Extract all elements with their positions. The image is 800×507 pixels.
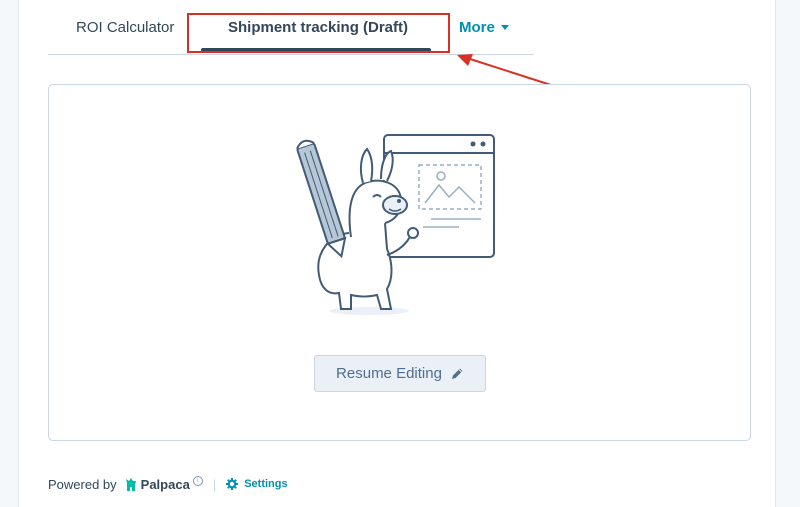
draft-card: Resume Editing <box>48 84 751 441</box>
tab-roi-calculator[interactable]: ROI Calculator <box>76 0 174 54</box>
llama-drawing-illustration <box>296 134 495 315</box>
palpaca-brand: Palpaca <box>140 476 190 492</box>
resume-editing-label: Resume Editing <box>336 365 442 382</box>
footer-divider: | <box>212 476 217 492</box>
settings-label: Settings <box>244 478 288 490</box>
info-icon[interactable]: i <box>192 476 203 486</box>
tab-more-dropdown[interactable]: More <box>459 0 509 54</box>
gear-icon <box>226 478 239 490</box>
palpaca-logo-icon <box>125 477 137 491</box>
tab-label: ROI Calculator <box>76 18 175 36</box>
annotation-highlight-box <box>187 13 450 53</box>
pencil-icon <box>451 368 463 379</box>
powered-by-text: Powered by <box>48 476 117 492</box>
resume-editing-button[interactable]: Resume Editing <box>314 355 486 392</box>
settings-link[interactable]: Settings <box>226 478 288 490</box>
caret-down-icon <box>500 24 509 30</box>
footer: Powered by Palpaca i | Settings <box>48 474 288 494</box>
tab-label: More <box>459 18 495 36</box>
